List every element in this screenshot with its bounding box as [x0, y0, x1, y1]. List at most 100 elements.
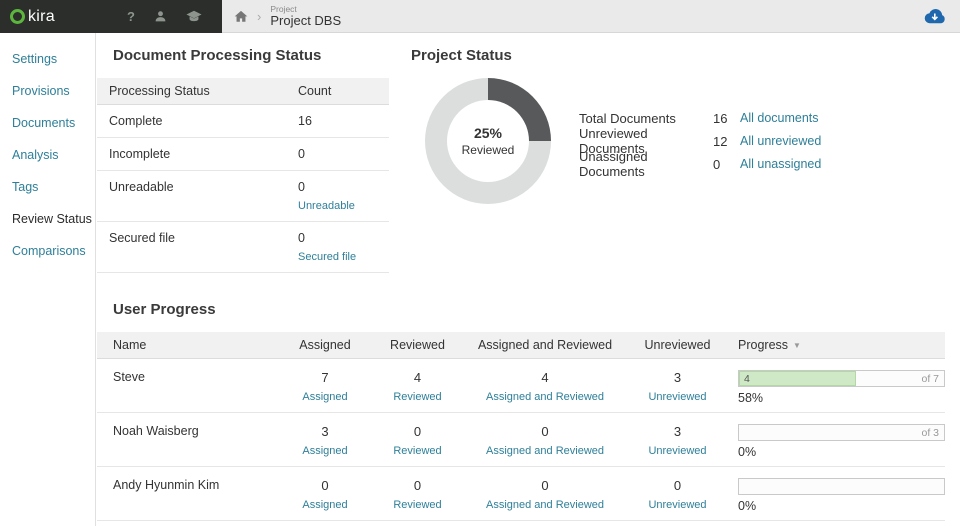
stat-value: 16 — [713, 110, 728, 126]
user-progress-table: Name Assigned Reviewed Assigned and Revi… — [97, 332, 945, 526]
sidebar-item-settings[interactable]: Settings — [0, 43, 95, 75]
kira-logo-text: kira — [28, 7, 55, 25]
assigned-count: 3 — [321, 424, 329, 439]
table-row: Incomplete 0 — [97, 138, 389, 171]
sidebar-item-provisions[interactable]: Provisions — [0, 75, 95, 107]
header-unreviewed: Unreviewed — [644, 338, 711, 352]
reviewed-link[interactable]: Reviewed — [370, 499, 465, 511]
assigned-reviewed-link[interactable]: Assigned and Reviewed — [465, 391, 625, 403]
header-progress-sort[interactable]: Progress ▼ — [730, 338, 945, 352]
breadcrumb-title: Project DBS — [270, 12, 342, 28]
reviewed-count: 0 — [413, 478, 422, 493]
header-assigned-reviewed: Assigned and Reviewed — [477, 338, 613, 352]
table-row: Noah Waisberg 3 Assigned 0 Reviewed 0 Assig… — [97, 413, 945, 467]
donut-chart: 25% Reviewed — [425, 78, 551, 204]
project-status-title: Project Status — [411, 47, 512, 64]
assigned-count: 0 — [321, 478, 329, 493]
sort-caret-icon: ▼ — [793, 341, 801, 350]
processing-status-title: Document Processing Status — [113, 47, 322, 64]
topbar: kira ? › Project Project DBS — [0, 0, 960, 33]
processing-count-link[interactable]: Unreadable — [298, 200, 389, 212]
stat-value: 0 — [713, 156, 721, 172]
training-icon[interactable] — [186, 10, 202, 23]
table-row: Unreadable 0 Unreadable — [97, 171, 389, 222]
stat-value: 12 — [713, 133, 728, 149]
reviewed-count: 0 — [413, 424, 422, 439]
sidebar: Settings Provisions Documents Analysis T… — [0, 33, 96, 526]
progress-bar-total: of 3 — [921, 427, 939, 439]
all-unassigned-link[interactable]: All unassigned — [740, 157, 821, 171]
table-row: Secured file 0 Secured file — [97, 222, 389, 273]
processing-status-label: Complete — [109, 114, 163, 128]
main-content: Document Processing Status Processing St… — [96, 33, 960, 526]
assigned-link[interactable]: Assigned — [280, 499, 370, 511]
unreviewed-link[interactable]: Unreviewed — [625, 499, 730, 511]
processing-count-value: 0 — [298, 231, 305, 245]
table-row: Steve 7 Assigned 4 Reviewed 4 Assigned and … — [97, 359, 945, 413]
table-row: Andy Hyunmin Kim 0 Assigned 0 Reviewed 0 As… — [97, 467, 945, 521]
processing-count-link[interactable]: Secured file — [298, 251, 389, 263]
page: kira ? › Project Project DBS Settings Pr… — [0, 0, 960, 526]
reviewed-link[interactable]: Reviewed — [370, 391, 465, 403]
progress-bar — [738, 478, 945, 495]
processing-table-header: Processing Status Count — [97, 78, 389, 105]
sidebar-item-tags[interactable]: Tags — [0, 171, 95, 203]
processing-status-table: Processing Status Count Complete 16 Inco… — [97, 78, 389, 273]
user-name: Noah Waisberg — [113, 424, 199, 438]
processing-count-value: 16 — [298, 114, 312, 128]
user-progress-title: User Progress — [113, 301, 216, 318]
donut-percent: 25% — [473, 125, 503, 141]
kira-logo-icon — [10, 9, 25, 24]
processing-status-label: Unreadable — [109, 180, 174, 194]
assigned-link[interactable]: Assigned — [280, 391, 370, 403]
stat-row: Unassigned Documents 0 All unassigned — [579, 149, 821, 179]
header-reviewed: Reviewed — [390, 338, 445, 352]
unreviewed-link[interactable]: Unreviewed — [625, 445, 730, 457]
assigned-reviewed-count: 4 — [541, 370, 549, 385]
user-icon[interactable] — [154, 10, 167, 23]
progress-bar: of 3 — [738, 424, 945, 441]
reviewed-count: 4 — [413, 370, 422, 385]
assigned-reviewed-link[interactable]: Assigned and Reviewed — [465, 445, 625, 457]
kira-logo[interactable]: kira — [10, 8, 55, 26]
help-icon[interactable]: ? — [127, 10, 135, 23]
download-button[interactable] — [921, 6, 947, 26]
progress-bar-total: of 7 — [921, 373, 939, 385]
donut-label: Reviewed — [461, 143, 515, 157]
progress-bar: 4 of 7 — [738, 370, 945, 387]
progress-percent: 58% — [738, 391, 764, 405]
all-documents-link[interactable]: All documents — [740, 111, 819, 125]
assigned-reviewed-link[interactable]: Assigned and Reviewed — [465, 499, 625, 511]
stat-label: Total Documents — [579, 110, 676, 126]
processing-header-status: Processing Status — [109, 84, 210, 98]
table-row: Complete 16 — [97, 105, 389, 138]
user-progress-header: Name Assigned Reviewed Assigned and Revi… — [97, 332, 945, 359]
unreviewed-count: 3 — [673, 370, 682, 385]
header-name: Name — [113, 338, 147, 352]
reviewed-link[interactable]: Reviewed — [370, 445, 465, 457]
topbar-icons: ? — [127, 10, 222, 23]
unreviewed-link[interactable]: Unreviewed — [625, 391, 730, 403]
breadcrumb[interactable]: Project Project DBS — [270, 4, 342, 28]
sidebar-item-review-status[interactable]: Review Status — [0, 203, 95, 235]
processing-status-label: Secured file — [109, 231, 176, 245]
donut-center: 25% Reviewed — [447, 100, 529, 182]
header-assigned: Assigned — [299, 338, 351, 352]
sidebar-item-comparisons[interactable]: Comparisons — [0, 235, 95, 267]
sidebar-item-analysis[interactable]: Analysis — [0, 139, 95, 171]
unreviewed-count: 3 — [673, 424, 682, 439]
processing-count-value: 0 — [298, 180, 305, 194]
user-name: Steve — [113, 370, 145, 384]
table-row: Jennifer Tsai 6Assigned 0Reviewed 0Assig… — [97, 521, 945, 526]
all-unreviewed-link[interactable]: All unreviewed — [740, 134, 821, 148]
assigned-link[interactable]: Assigned — [280, 445, 370, 457]
processing-status-section: Document Processing Status Processing St… — [97, 47, 389, 273]
sidebar-item-documents[interactable]: Documents — [0, 107, 95, 139]
progress-bar-fill — [739, 371, 856, 386]
stat-label: Unassigned Documents — [579, 149, 648, 179]
unreviewed-count: 0 — [673, 478, 682, 493]
user-name: Andy Hyunmin Kim — [113, 478, 220, 492]
breadcrumb-bar: › Project Project DBS — [222, 0, 960, 33]
processing-count-value: 0 — [298, 147, 305, 161]
home-icon[interactable] — [234, 10, 248, 23]
